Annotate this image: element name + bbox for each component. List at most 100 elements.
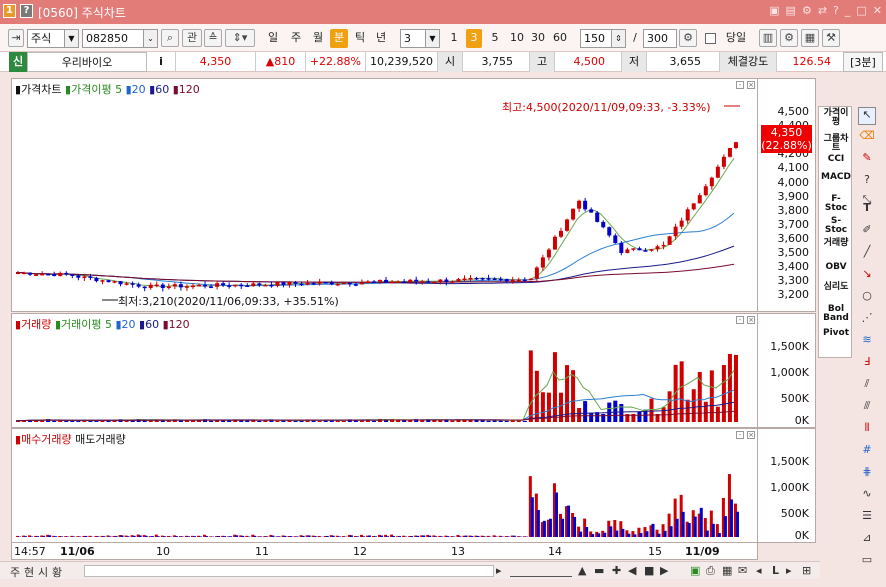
count-stepper[interactable]: 150 ⇕	[580, 29, 626, 48]
parallel-lines-icon[interactable]: ≋	[858, 333, 876, 351]
buysell-pane[interactable]: ▮매수거래량 매도거래량 - ×	[11, 428, 758, 543]
save-icon[interactable]: ▦	[801, 29, 819, 47]
help-icon[interactable]: ?	[20, 4, 33, 18]
stepper-arrows-icon[interactable]: ⇕	[611, 30, 625, 47]
tools-icon[interactable]: ⚒	[822, 29, 840, 47]
indicator-10[interactable]: Pivot	[821, 329, 851, 338]
grid-view-icon[interactable]: ▦	[722, 564, 732, 577]
angle-line-icon[interactable]: ↘	[858, 267, 876, 285]
fan-icon[interactable]: ⫽	[858, 377, 876, 395]
horizontal-scrollbar[interactable]	[84, 565, 494, 577]
cursor-icon[interactable]: ↖	[858, 107, 876, 125]
right-arrow-icon[interactable]: ▸	[786, 564, 792, 577]
screenshot-icon[interactable]: ▤	[786, 4, 796, 17]
trendline-icon[interactable]: ╱	[858, 245, 876, 263]
print-icon[interactable]: ⎙	[706, 564, 715, 578]
stepper-icon[interactable]: ⇕▾	[225, 29, 255, 47]
link-icon[interactable]: ⇄	[818, 4, 827, 17]
bottom-tab-3[interactable]: 황	[52, 564, 62, 580]
gann-icon[interactable]: Ⅎ	[858, 355, 876, 373]
bottom-tab-1[interactable]: 현	[24, 564, 34, 580]
volume-pane[interactable]: ▮거래량 ▮거래이평 5 ▮20 ▮60 ▮120 - ×	[11, 313, 758, 428]
table-icon[interactable]: ⊞	[802, 564, 811, 577]
help-icon[interactable]: ?	[833, 4, 839, 17]
help-icon[interactable]: ?	[858, 173, 876, 191]
plus-icon[interactable]: ✚	[612, 564, 621, 577]
zoom-in-icon[interactable]: ▲	[578, 564, 586, 577]
scroll-right-icon[interactable]: ▸	[496, 564, 502, 577]
point-line-icon[interactable]: ⋰	[858, 311, 876, 329]
minus-icon[interactable]: ▬	[594, 564, 604, 577]
stock-name[interactable]: 우리바이오	[27, 52, 147, 72]
fibonacci-icon[interactable]: ⋕	[858, 465, 876, 483]
period-button-3[interactable]: 분	[330, 29, 348, 48]
indicator-9[interactable]: Bol Band	[821, 305, 851, 323]
chart-type-icon[interactable]: ▥	[759, 29, 777, 47]
period-button-0[interactable]: 일	[264, 29, 282, 48]
circle-icon[interactable]: ○	[858, 289, 876, 307]
today-checkbox[interactable]	[705, 33, 716, 44]
left-arrow-icon[interactable]: ◂	[756, 564, 762, 577]
close-icon[interactable]: ✕	[873, 4, 882, 17]
interval-button-0[interactable]: 1	[446, 29, 462, 48]
indicator-4[interactable]: F-Stoc	[821, 195, 851, 213]
maximize-icon[interactable]: □	[856, 4, 866, 17]
indicator-1[interactable]: 그룹차트	[821, 135, 851, 153]
bottom-tab-2[interactable]: 시	[38, 564, 48, 580]
indicator-3[interactable]: MACD	[821, 173, 851, 182]
channel-icon[interactable]: ⫻	[858, 399, 876, 417]
indicator-6[interactable]: 거래량	[821, 239, 851, 248]
market-type-select[interactable]: 주식 ▼	[27, 29, 79, 48]
chevron-down-icon[interactable]: ▼	[64, 30, 78, 47]
gear-icon[interactable]: ⚙	[780, 29, 798, 47]
clear-all-icon[interactable]: ✎	[858, 151, 876, 169]
indicator-0[interactable]: 가격이평	[821, 109, 851, 127]
window-icon[interactable]: ▭	[858, 553, 876, 571]
info-icon[interactable]: i	[154, 52, 168, 72]
text-icon[interactable]: T	[858, 201, 876, 219]
watch-button[interactable]: 관	[182, 29, 202, 47]
play-back-icon[interactable]: ◀	[628, 564, 636, 577]
pin-icon[interactable]: ▣	[769, 4, 779, 17]
arrow-in-icon[interactable]: ⇥	[8, 29, 24, 47]
apply-icon[interactable]: ⚙	[679, 29, 697, 47]
interval-button-1[interactable]: 3	[466, 29, 482, 48]
window-number-badge[interactable]: 1	[3, 4, 16, 18]
stop-icon[interactable]: ■	[644, 564, 654, 577]
period-button-4[interactable]: 틱	[351, 29, 369, 48]
price-pane[interactable]: ▮가격차트 ▮가격이평 5 ▮20 ▮60 ▮120 - × 최고:4,500(…	[11, 78, 758, 312]
indicator-2[interactable]: CCI	[821, 155, 851, 164]
latest-icon[interactable]: L	[772, 564, 779, 577]
auto-trend-icon[interactable]: ⊿	[858, 531, 876, 549]
indicator-7[interactable]: OBV	[821, 263, 851, 272]
indicator-8[interactable]: 심리도	[821, 283, 851, 292]
play-forward-icon[interactable]: ▶	[660, 564, 668, 577]
search-icon[interactable]: ⌕	[161, 29, 179, 47]
mail-icon[interactable]: ✉	[738, 564, 747, 577]
interval-button-5[interactable]: 60	[550, 29, 570, 48]
period-button-1[interactable]: 주	[287, 29, 305, 48]
chevron-down-icon[interactable]: ▼	[425, 30, 439, 47]
interval-button-4[interactable]: 30	[528, 29, 548, 48]
indicator-5[interactable]: S-Stoc	[821, 217, 851, 235]
excel-icon[interactable]: ▣	[690, 564, 700, 577]
bottom-tab-0[interactable]: 주	[10, 564, 20, 580]
grid-icon[interactable]: #	[858, 443, 876, 461]
cycle-icon[interactable]: ⫴	[858, 421, 876, 439]
eraser-icon[interactable]: ⌫	[858, 129, 876, 147]
zoom-slider[interactable]	[510, 565, 572, 577]
retracement-icon[interactable]: ☰	[858, 509, 876, 527]
minimize-icon[interactable]: _	[845, 4, 851, 17]
max-count-input[interactable]: 300	[643, 29, 677, 48]
interval-button-2[interactable]: 5	[487, 29, 503, 48]
period-button-5[interactable]: 년	[372, 29, 390, 48]
settings-icon[interactable]: ⚙	[802, 4, 812, 17]
sync-icon[interactable]: ≙	[204, 29, 222, 47]
chevron-down-icon[interactable]: ⌄	[143, 30, 157, 47]
interval-button-3[interactable]: 10	[507, 29, 527, 48]
period-button-2[interactable]: 월	[309, 29, 327, 48]
wave-icon[interactable]: ∿	[858, 487, 876, 505]
sketch-icon[interactable]: ✐	[858, 223, 876, 241]
interval-select[interactable]: 3 ▼	[400, 29, 440, 48]
stock-code-input[interactable]: 082850 ⌄	[82, 29, 158, 48]
